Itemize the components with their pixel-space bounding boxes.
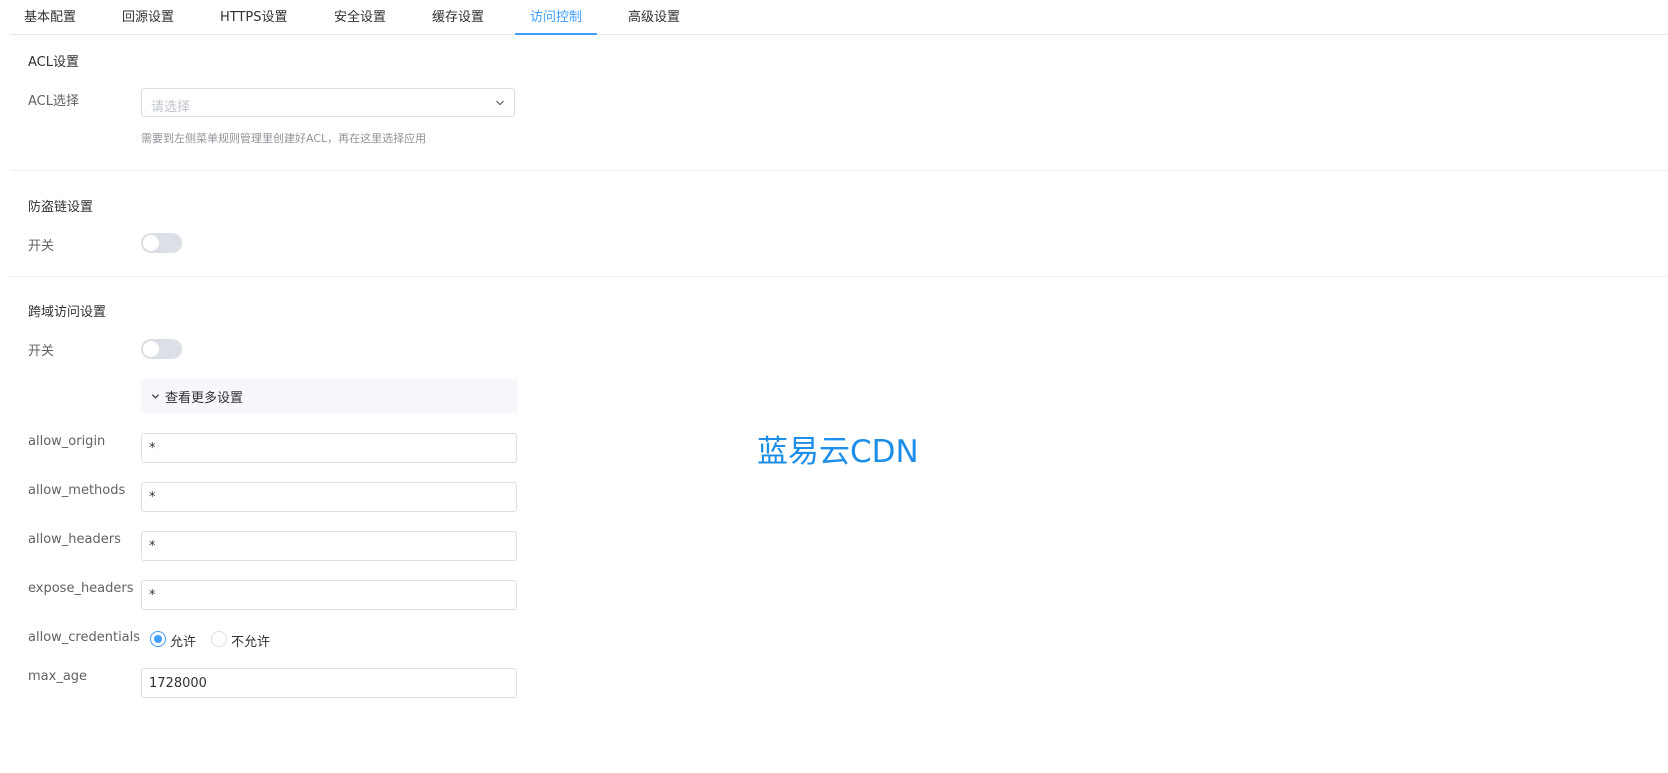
allow-headers-input[interactable]	[141, 531, 517, 561]
allow-methods-label: allow_methods	[28, 483, 126, 498]
allow-headers-label: allow_headers	[28, 532, 121, 547]
tab-advanced-settings[interactable]: 高级设置	[628, 0, 680, 34]
tab-https-settings[interactable]: HTTPS设置	[220, 0, 288, 34]
max-age-label: max_age	[28, 669, 88, 684]
acl-hint-text: 需要到左侧菜单规则管理里创建好ACL，再在这里选择应用	[141, 132, 427, 145]
settings-tab-bar: 基本配置 回源设置 HTTPS设置 安全设置 缓存设置 访问控制 高级设置	[10, 0, 1668, 35]
tab-cache-settings[interactable]: 缓存设置	[432, 0, 484, 34]
switch-knob	[143, 341, 159, 357]
section-divider	[10, 170, 1668, 171]
credentials-allow-label: 允许	[170, 635, 197, 650]
tab-security-settings[interactable]: 安全设置	[334, 0, 386, 34]
acl-section-title: ACL设置	[28, 55, 79, 70]
allow-origin-label: allow_origin	[28, 434, 106, 449]
show-more-settings-toggle[interactable]: 查看更多设置	[141, 379, 517, 413]
credentials-deny-label: 不允许	[231, 635, 271, 650]
expose-headers-input[interactable]	[141, 580, 517, 610]
cors-toggle-switch[interactable]	[141, 339, 182, 359]
allow-credentials-label: allow_credentials	[28, 630, 141, 645]
radio-dot	[211, 631, 227, 647]
hotlink-toggle-switch[interactable]	[141, 233, 182, 253]
section-divider	[10, 276, 1668, 277]
allow-methods-input[interactable]	[141, 482, 517, 512]
cors-section-title: 跨域访问设置	[28, 305, 107, 320]
acl-select-placeholder: 请选择	[151, 100, 191, 115]
tab-basic-config[interactable]: 基本配置	[24, 0, 76, 34]
acl-select-label: ACL选择	[28, 94, 79, 109]
chevron-down-icon	[151, 394, 160, 399]
expose-headers-label: expose_headers	[28, 581, 134, 596]
allow-origin-input[interactable]	[141, 433, 517, 463]
radio-dot	[150, 631, 166, 647]
hotlink-switch-label: 开关	[28, 239, 55, 254]
chevron-down-icon	[496, 100, 504, 106]
cors-switch-label: 开关	[28, 344, 55, 359]
tab-access-control[interactable]: 访问控制	[515, 0, 598, 35]
switch-knob	[143, 235, 159, 251]
show-more-settings-label: 查看更多设置	[165, 391, 244, 406]
tab-origin-settings[interactable]: 回源设置	[122, 0, 174, 34]
acl-select[interactable]: 请选择	[141, 88, 515, 117]
hotlink-section-title: 防盗链设置	[28, 200, 94, 215]
max-age-input[interactable]	[141, 668, 517, 698]
watermark-text: 蓝易云CDN	[757, 434, 919, 470]
